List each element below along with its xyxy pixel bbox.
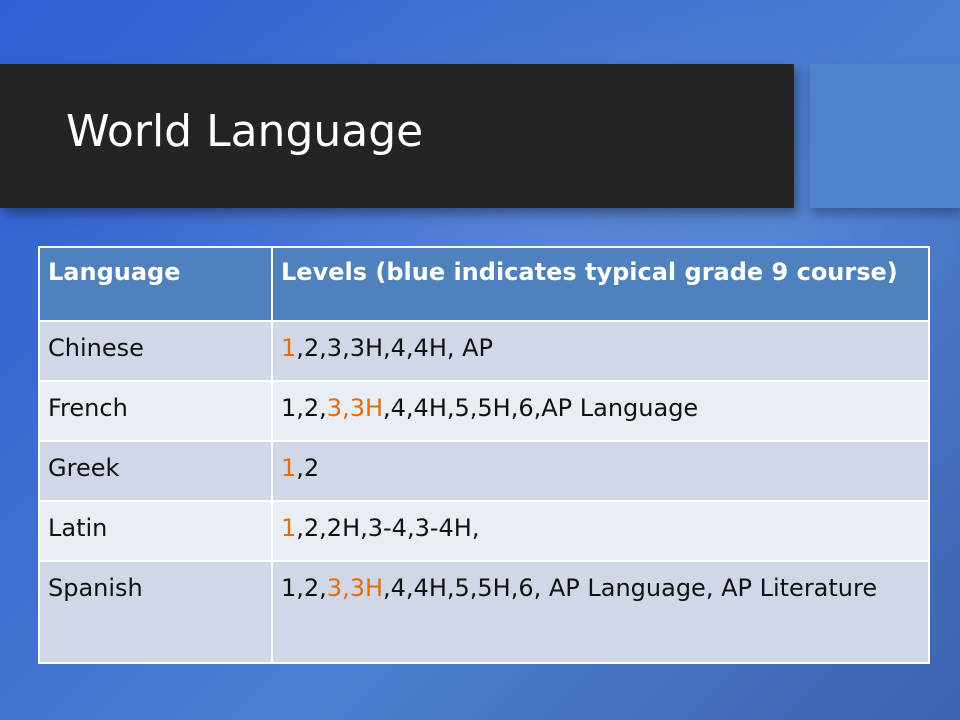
levels-cell: 1,2,3,3H,4,4H, AP bbox=[271, 320, 930, 382]
table-header-row: Language Levels (blue indicates typical … bbox=[38, 246, 930, 322]
level-text: ,2 bbox=[296, 454, 320, 482]
highlighted-level: 1 bbox=[281, 454, 297, 482]
level-text: ,4,4H,5,5H,6,AP Language bbox=[383, 394, 699, 422]
language-cell: French bbox=[38, 380, 273, 442]
highlighted-level: 1 bbox=[281, 334, 297, 362]
table-row: Chinese 1,2,3,3H,4,4H, AP bbox=[38, 320, 930, 382]
language-cell: Spanish bbox=[38, 560, 273, 664]
levels-cell: 1,2,3,3H,4,4H,5,5H,6, AP Language, AP Li… bbox=[271, 560, 930, 664]
table-row: French 1,2,3,3H,4,4H,5,5H,6,AP Language bbox=[38, 380, 930, 442]
levels-cell: 1,2 bbox=[271, 440, 930, 502]
table-row: Latin 1,2,2H,3-4,3-4H, bbox=[38, 500, 930, 562]
table-row: Spanish 1,2,3,3H,4,4H,5,5H,6, AP Language… bbox=[38, 560, 930, 664]
header-language: Language bbox=[38, 246, 273, 322]
levels-cell: 1,2,3,3H,4,4H,5,5H,6,AP Language bbox=[271, 380, 930, 442]
language-table: Language Levels (blue indicates typical … bbox=[38, 246, 930, 664]
highlighted-level: 3,3H bbox=[326, 394, 384, 422]
slide-title: World Language bbox=[66, 106, 424, 157]
table-body: Chinese 1,2,3,3H,4,4H, AP French 1,2,3,3H,4… bbox=[38, 320, 930, 664]
highlighted-level: 3,3H bbox=[326, 574, 384, 602]
language-cell: Chinese bbox=[38, 320, 273, 382]
header-levels: Levels (blue indicates typical grade 9 c… bbox=[271, 246, 930, 322]
level-text: 1,2, bbox=[281, 574, 327, 602]
level-text: 1,2, bbox=[281, 394, 327, 422]
language-cell: Latin bbox=[38, 500, 273, 562]
level-text: ,2,2H,3-4,3-4H, bbox=[296, 514, 480, 542]
table-row: Greek 1,2 bbox=[38, 440, 930, 502]
level-text: ,2,3,3H,4,4H, AP bbox=[296, 334, 494, 362]
accent-block bbox=[810, 64, 960, 208]
level-text: ,4,4H,5,5H,6, AP Language, AP Literature bbox=[383, 574, 878, 602]
language-cell: Greek bbox=[38, 440, 273, 502]
levels-cell: 1,2,2H,3-4,3-4H, bbox=[271, 500, 930, 562]
highlighted-level: 1 bbox=[281, 514, 297, 542]
